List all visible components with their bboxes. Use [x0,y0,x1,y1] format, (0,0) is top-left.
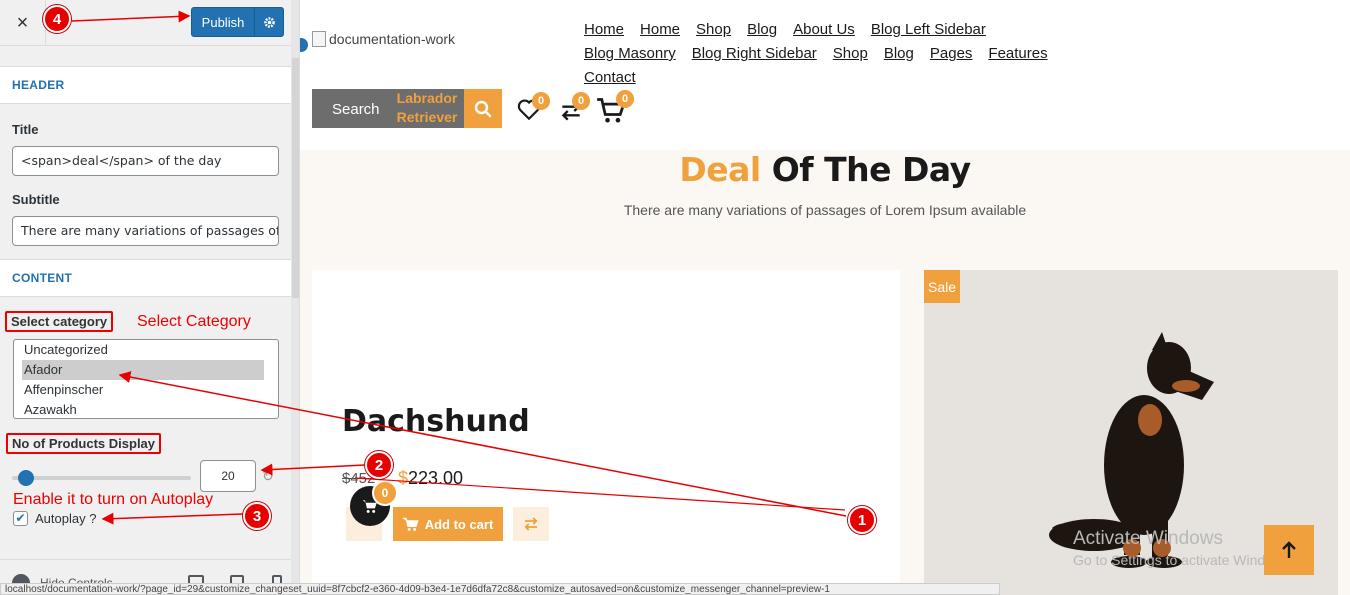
section-header-title: HEADER [0,66,291,104]
deal-title-accent: Deal [679,150,761,189]
products-range-track[interactable] [12,476,191,480]
scroll-to-top-button[interactable] [1264,525,1314,575]
reset-icon[interactable]: ↻ [262,468,274,485]
annotation-marker-2: 2 [365,451,393,479]
nav-item-blog-2[interactable]: Blog [884,45,914,62]
products-count-input[interactable]: 20 [200,460,256,492]
title-input[interactable]: <span>deal</span> of the day [12,146,279,176]
search-label: Search [332,101,380,118]
broken-image-icon [312,31,326,47]
nav-item-home-2[interactable]: Home [640,21,680,38]
price-new: $223.00 [398,468,463,489]
nav-item-blog[interactable]: Blog [747,21,777,38]
price-amount: 223.00 [408,468,464,488]
search-button[interactable] [464,89,502,128]
autoplay-annotation: Enable it to turn on Autoplay [13,491,214,508]
autoplay-checkbox[interactable]: ✔ [13,511,28,526]
autoplay-label: Autoplay ? [35,511,97,526]
close-icon: × [16,11,29,34]
gear-icon[interactable] [255,16,283,29]
nav-item-home[interactable]: Home [584,21,624,38]
floating-cart-badge: 0 [372,480,398,506]
nav-item-shop-2[interactable]: Shop [833,45,868,62]
site-logo[interactable]: documentation-work [312,31,455,47]
site-preview: documentation-work Home Home Shop Blog About… [300,0,1350,595]
products-range-handle[interactable] [18,470,34,486]
nav-item-blog-right-sidebar[interactable]: Blog Right Sidebar [692,45,817,62]
windows-watermark-title: Activate Windows [1073,528,1223,549]
annotation-marker-3: 3 [243,502,271,530]
nav-item-shop[interactable]: Shop [696,21,731,38]
search-category-text: Labrador Retriever [396,90,458,125]
main-navigation: Home Home Shop Blog About Us Blog Left Sideba… [584,18,1054,90]
select-category-label: Select category [5,311,114,332]
checkmark-icon: ✔ [15,511,26,525]
nav-item-blog-left-sidebar[interactable]: Blog Left Sidebar [871,21,986,38]
annotation-marker-1: 1 [848,506,876,534]
nav-item-about[interactable]: About Us [793,21,855,38]
cart-badge: 0 [616,90,634,108]
publish-label: Publish [201,14,245,30]
status-bar-url: localhost/documentation-work/?page_id=29… [0,583,1000,595]
wishlist-badge: 0 [532,92,550,110]
title-label: Title [12,122,39,137]
publish-button[interactable]: Publish [191,7,284,37]
windows-watermark-subtitle: Go to Settings to activate Windows. [1073,552,1294,568]
add-to-cart-button[interactable]: Add to cart [393,507,503,541]
price-currency: $ [398,468,409,488]
sale-badge: Sale [924,270,960,303]
products-display-label: No of Products Display [6,433,162,454]
nav-item-pages[interactable]: Pages [930,45,973,62]
cart-icon [402,517,419,531]
nav-item-blog-masonry[interactable]: Blog Masonry [584,45,676,62]
category-option[interactable]: Uncategorized [22,340,270,360]
product-card: Dachshund $452 $223.00 Add to cart [312,270,900,595]
compare-button[interactable] [513,507,549,541]
subtitle-input[interactable]: There are many variations of passages of… [12,216,279,246]
add-to-cart-label: Add to cart [424,516,494,532]
deal-title-rest: Of The Day [771,150,971,189]
product-name[interactable]: Dachshund [342,404,530,439]
annotation-marker-4: 4 [43,5,71,33]
nav-item-contact[interactable]: Contact [584,69,636,86]
deal-title: Deal Of The Day [300,150,1350,189]
section-content-title: CONTENT [0,259,291,297]
sidebar-scrollbar-thumb[interactable] [292,58,299,298]
arrow-up-icon [1282,541,1296,558]
site-header: documentation-work Home Home Shop Blog About… [300,0,1350,150]
compare-icon [524,517,538,531]
category-option-selected[interactable]: Afador [22,360,264,380]
category-option[interactable]: Azawakh [22,400,270,418]
search-icon [474,100,492,117]
deal-subtitle: There are many variations of passages of… [623,202,1027,218]
nav-item-features[interactable]: Features [988,45,1047,62]
logo-alt-text: documentation-work [329,31,456,47]
search-category-value[interactable]: Labrador Retriever [392,89,462,127]
compare-badge: 0 [572,92,590,110]
category-option[interactable]: Affenpinscher [22,380,270,400]
search-bar[interactable]: Search Labrador Retriever [312,89,464,128]
close-customizer-button[interactable]: × [0,0,46,46]
select-category-annotation: Select Category [137,313,251,330]
category-listbox[interactable]: Uncategorized Afador Affenpinscher Azawa… [13,339,279,419]
subtitle-label: Subtitle [12,192,60,207]
